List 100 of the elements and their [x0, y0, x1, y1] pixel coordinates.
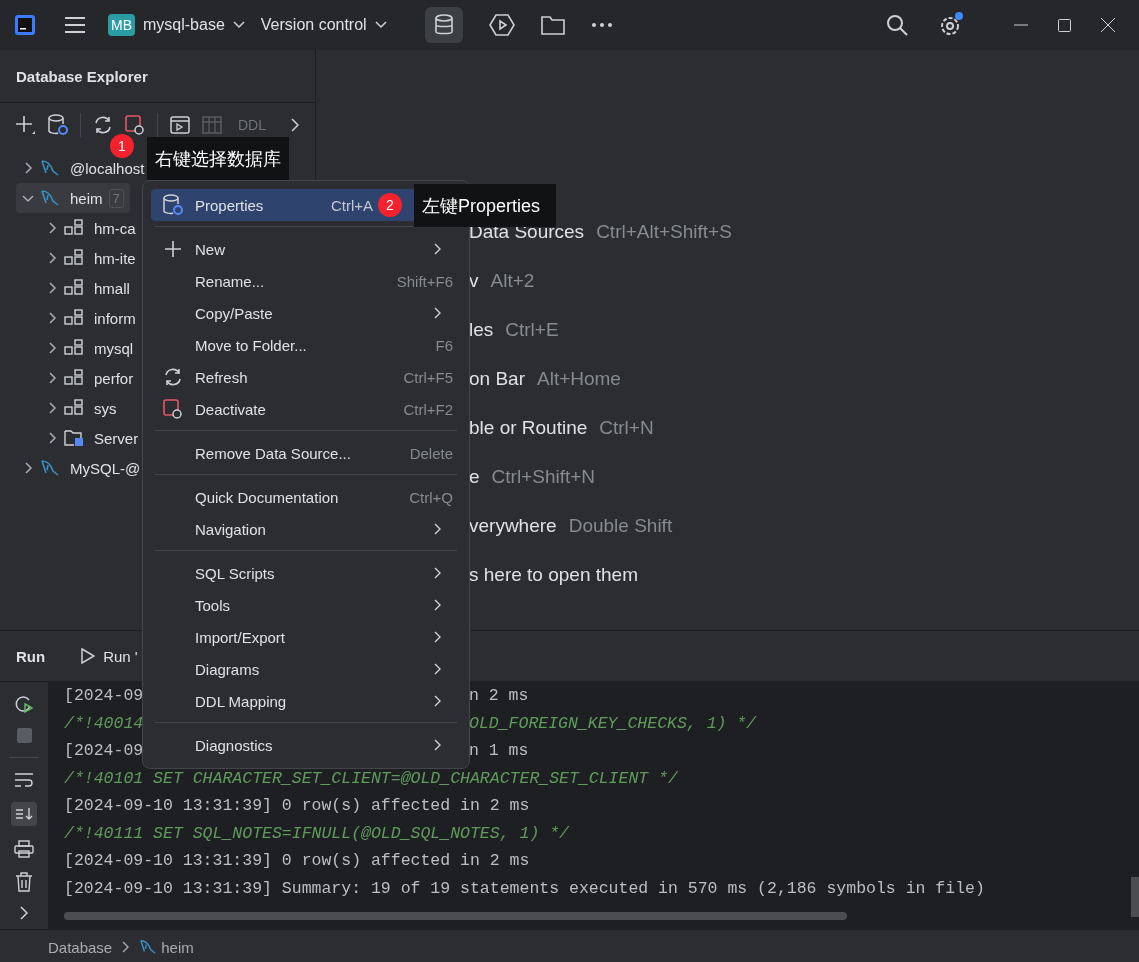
shortcut-hint: Alt+Home: [537, 367, 621, 390]
more-icon[interactable]: [590, 22, 613, 28]
chevron-right-icon: [434, 739, 441, 751]
trash-icon[interactable]: [15, 872, 33, 892]
schema-icon: [64, 339, 84, 357]
menu-item[interactable]: Diagrams: [151, 653, 461, 685]
print-icon[interactable]: [14, 840, 34, 858]
log-line: n 2 ms: [469, 686, 529, 706]
menu-item[interactable]: DDL Mapping: [151, 685, 461, 717]
chevron-right-icon[interactable]: [46, 222, 58, 234]
log-line: OLD_FOREIGN_KEY_CHECKS, 1) */: [469, 713, 757, 733]
tree-item[interactable]: hm-ite: [16, 243, 142, 273]
chevron-right-icon: [122, 941, 130, 953]
menu-item[interactable]: Rename... Shift+F6: [151, 265, 461, 297]
menu-item[interactable]: Remove Data Source... Delete: [151, 437, 461, 469]
log-line: n 1 ms: [469, 741, 529, 761]
menu-item[interactable]: Deactivate Ctrl+F2: [151, 393, 461, 425]
welcome-action: verywhere: [469, 514, 557, 537]
version-control-menu[interactable]: Version control: [252, 9, 395, 41]
breadcrumb[interactable]: Database: [48, 938, 113, 956]
chevron-right-icon[interactable]: [46, 252, 58, 264]
tree-item[interactable]: hm-ca: [16, 213, 142, 243]
chevron-right-icon[interactable]: [46, 372, 58, 384]
run-config-tab[interactable]: Run ': [81, 647, 138, 665]
folder-icon[interactable]: [540, 15, 565, 35]
schema-icon: [64, 249, 84, 267]
project-selector[interactable]: MB mysql-base: [100, 9, 253, 41]
log-line: [2024-09: [64, 741, 144, 761]
console-icon[interactable]: [170, 116, 190, 134]
chevron-right-icon[interactable]: [46, 402, 58, 414]
menu-item[interactable]: Refresh Ctrl+F5: [151, 361, 461, 393]
settings-icon[interactable]: [938, 12, 964, 38]
menu-item[interactable]: New: [151, 233, 461, 265]
tree-item[interactable]: perfor: [16, 363, 140, 393]
menu-item[interactable]: Quick Documentation Ctrl+Q: [151, 481, 461, 513]
tree-item[interactable]: heim 7: [16, 183, 130, 213]
tool-window-tab[interactable]: Run: [16, 647, 46, 665]
shortcut-hint: Double Shift: [568, 514, 673, 537]
maximize-icon[interactable]: [1058, 18, 1071, 32]
rerun-icon[interactable]: [14, 694, 34, 714]
soft-wrap-icon[interactable]: [14, 772, 34, 788]
chevron-right-icon[interactable]: [46, 342, 58, 354]
menu-item[interactable]: Move to Folder... F6: [151, 329, 461, 361]
server-folder-icon: [64, 429, 84, 447]
chevron-right-icon[interactable]: [291, 118, 299, 132]
chevron-right-icon: [434, 567, 441, 579]
chevron-right-icon: [434, 695, 441, 707]
run-icon[interactable]: [488, 13, 515, 37]
chevron-right-icon[interactable]: [20, 906, 28, 920]
annotation-tooltip: 左键Properties: [414, 184, 557, 227]
chevron-right-icon: [434, 307, 441, 319]
schema-icon: [64, 369, 84, 387]
vertical-scrollbar[interactable]: [1131, 877, 1139, 917]
welcome-action: v: [469, 269, 479, 292]
schema-icon: [64, 399, 84, 417]
menu-item[interactable]: SQL Scripts: [151, 557, 461, 589]
menu-item[interactable]: Navigation: [151, 513, 461, 545]
refresh-icon[interactable]: [93, 115, 113, 135]
menu-icon[interactable]: [64, 16, 86, 34]
menu-item[interactable]: Copy/Paste: [151, 297, 461, 329]
welcome-action: ble or Routine: [469, 416, 588, 439]
log-line: [2024-09-10 13:31:39] Summary: 19 of 19 statements executed in 570 ms (2,186 symbols in file): [64, 878, 985, 898]
tree-item[interactable]: MySQL-@: [16, 453, 147, 483]
menu-item[interactable]: Diagnostics: [151, 729, 461, 761]
welcome-action: les: [469, 318, 494, 341]
chevron-right-icon: [434, 631, 441, 643]
database-settings-icon[interactable]: [48, 114, 68, 136]
chevron-right-icon: [434, 599, 441, 611]
deactivate-icon[interactable]: [125, 115, 145, 135]
app-logo-icon[interactable]: [14, 14, 36, 36]
schema-icon: [64, 219, 84, 237]
chevron-down-icon[interactable]: [22, 192, 34, 204]
tree-item[interactable]: inform: [16, 303, 142, 333]
tree-item[interactable]: sys: [16, 393, 123, 423]
search-icon[interactable]: [886, 14, 908, 36]
breadcrumb[interactable]: heim: [139, 938, 194, 956]
chevron-right-icon[interactable]: [22, 462, 34, 474]
chevron-right-icon[interactable]: [46, 282, 58, 294]
log-line: /*!40101 SET CHARACTER_SET_CLIENT=@OLD_CHARACTER_SET_CLIENT */: [64, 768, 678, 788]
tree-item[interactable]: Server: [16, 423, 145, 453]
menu-item[interactable]: Import/Export: [151, 621, 461, 653]
chevron-right-icon[interactable]: [46, 312, 58, 324]
database-tool-button[interactable]: [424, 7, 463, 43]
add-icon[interactable]: [16, 115, 36, 135]
scroll-to-end-icon[interactable]: [11, 802, 37, 826]
database-settings-icon: [163, 194, 183, 216]
dolphin-icon: [139, 939, 158, 955]
tree-item[interactable]: mysql: [16, 333, 140, 363]
chevron-right-icon[interactable]: [22, 162, 34, 174]
menu-item[interactable]: Tools: [151, 589, 461, 621]
chevron-right-icon: [434, 523, 441, 535]
welcome-action: e: [469, 465, 480, 488]
chevron-right-icon[interactable]: [46, 432, 58, 444]
tree-item[interactable]: hmall: [16, 273, 136, 303]
schema-icon: [64, 309, 84, 327]
log-line: /*!40111 SET SQL_NOTES=IFNULL(@OLD_SQL_NOTES, 1) */: [64, 823, 569, 843]
horizontal-scrollbar[interactable]: [64, 912, 847, 920]
close-icon[interactable]: [1101, 18, 1115, 32]
database-icon: [432, 13, 455, 37]
log-line: /*!40014: [64, 713, 144, 733]
